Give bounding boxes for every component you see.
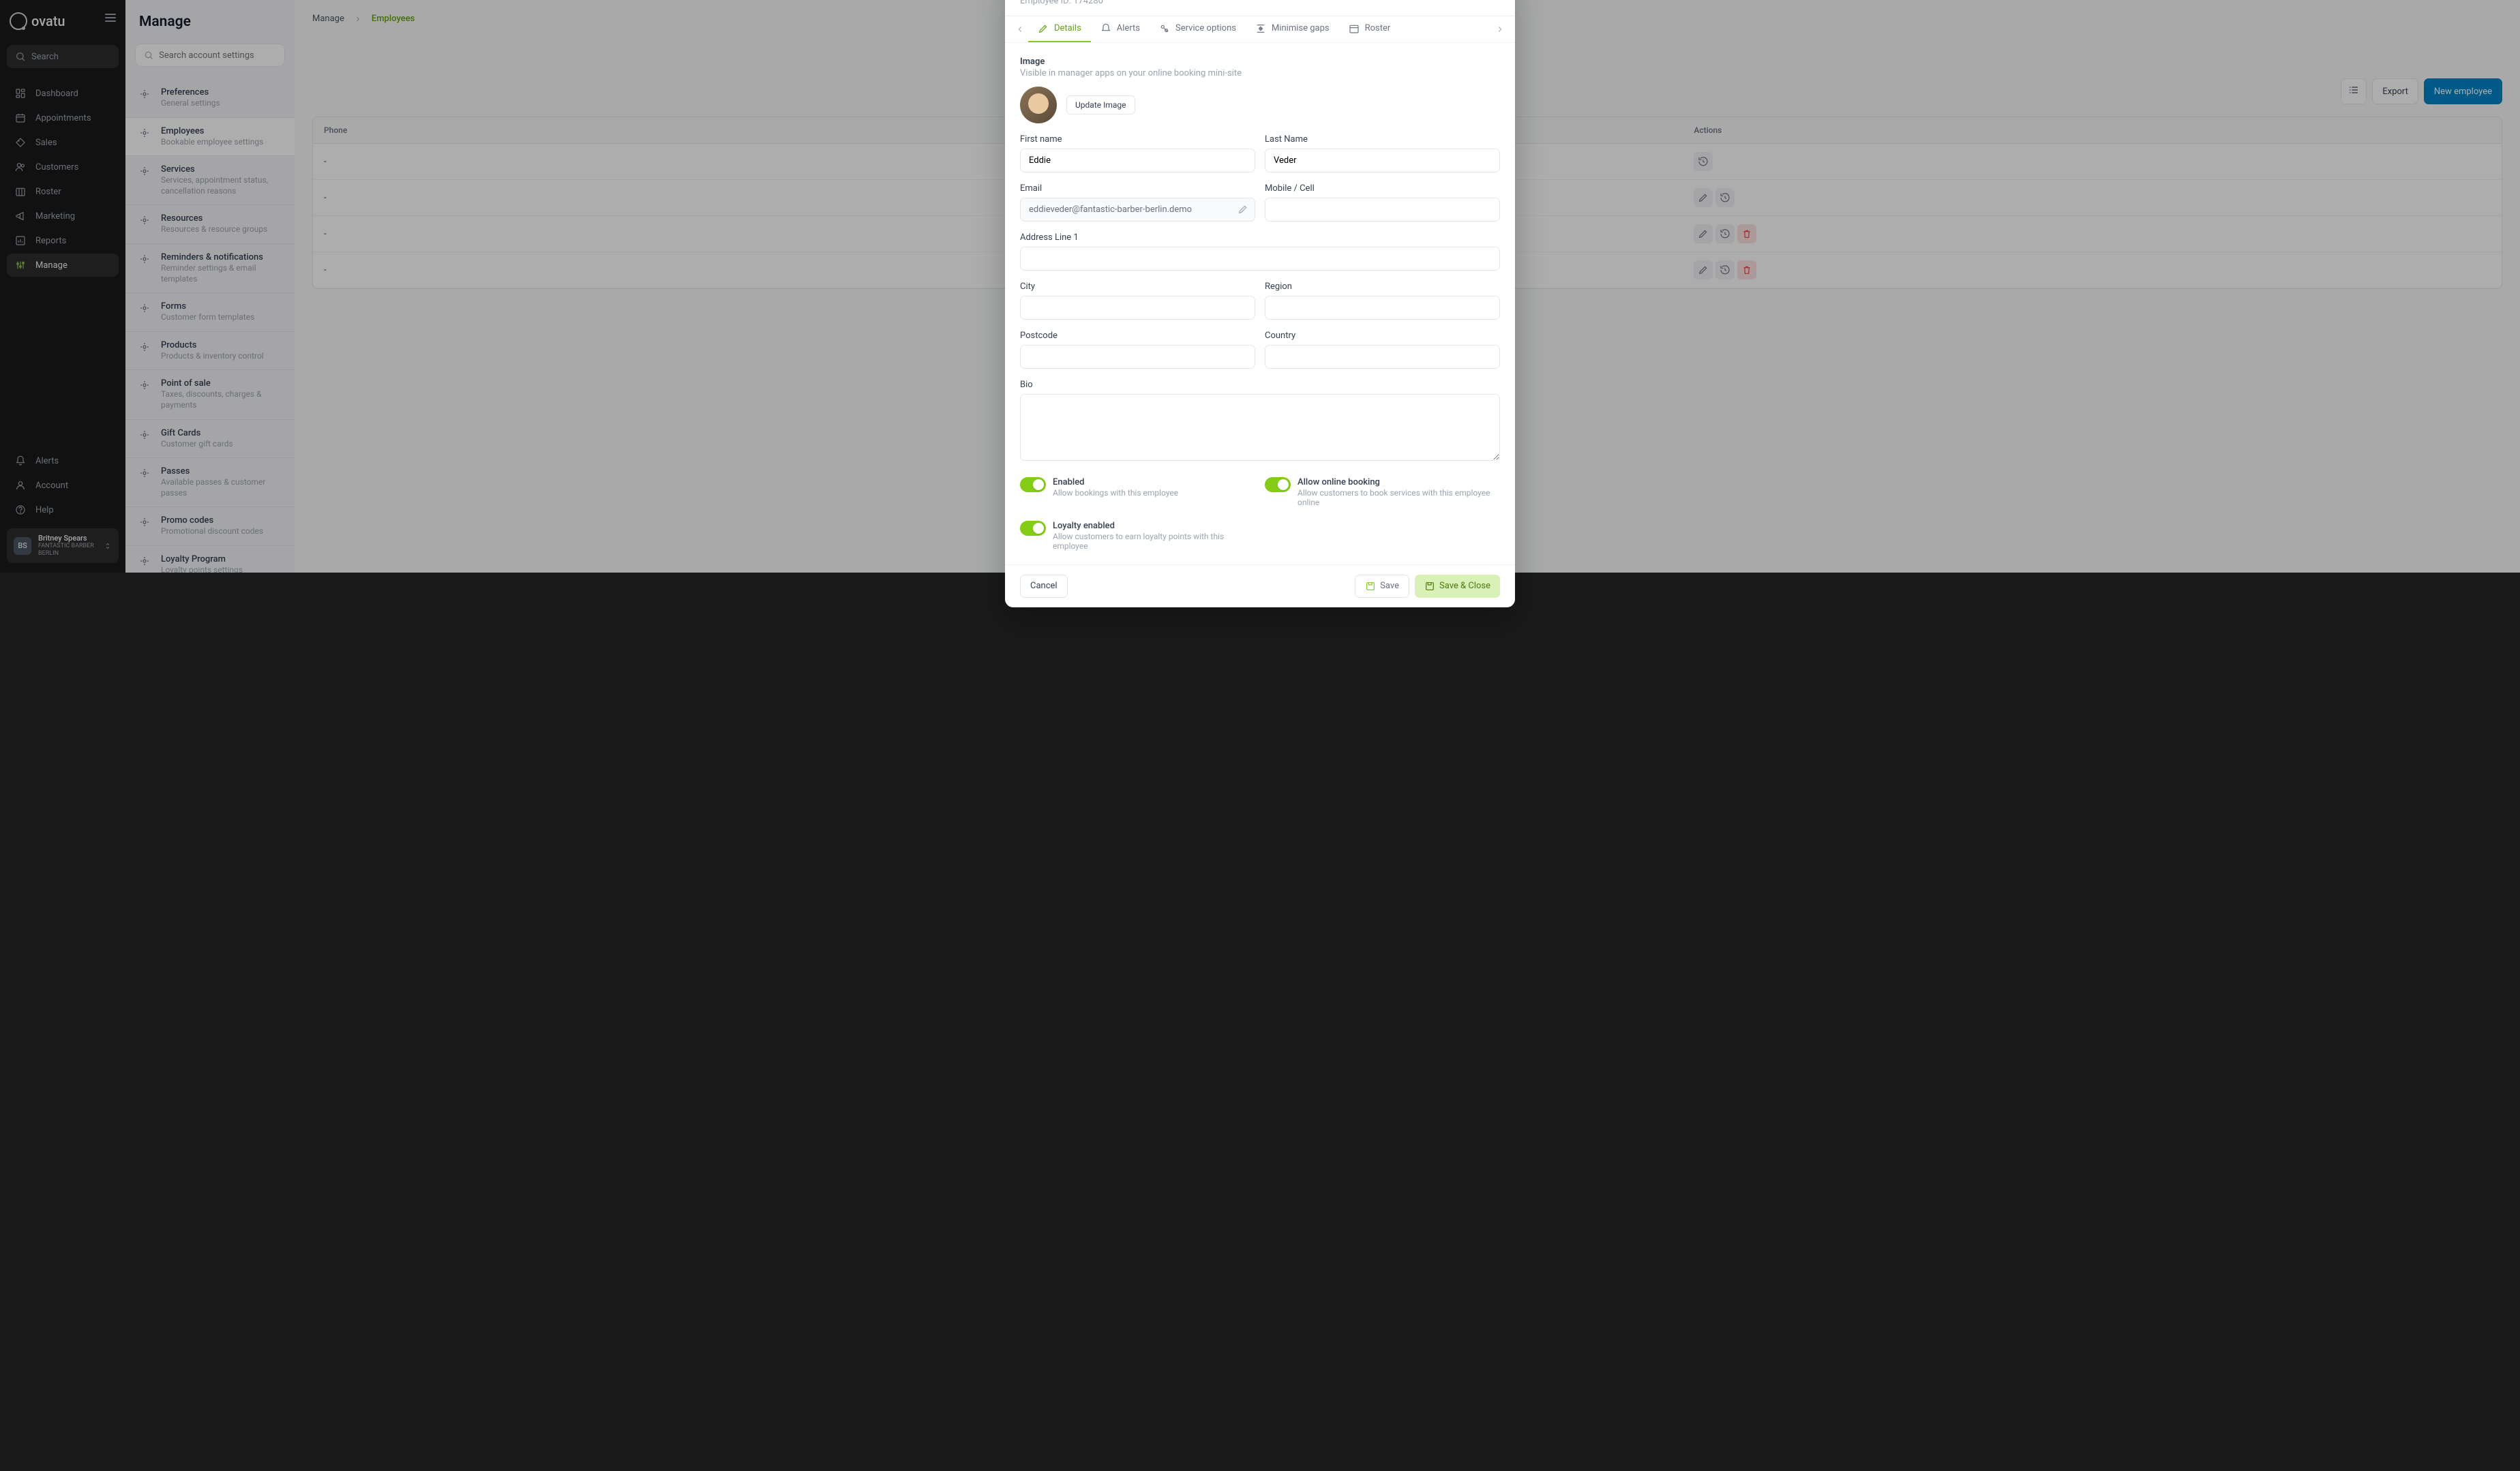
enabled-toggle[interactable] (1020, 477, 1046, 492)
tab-roster[interactable]: Roster (1339, 16, 1400, 42)
image-section-desc: Visible in manager apps on your online b… (1020, 68, 1500, 78)
country-label: Country (1265, 331, 1500, 341)
address1-label: Address Line 1 (1020, 232, 1500, 243)
modal-subtitle: Employee ID: 174280 (1020, 0, 1103, 6)
calendar-icon (1349, 23, 1360, 34)
edit-email-icon[interactable] (1238, 204, 1248, 215)
save-icon (1365, 581, 1376, 592)
loyalty-toggle-label: Loyalty enabled (1053, 521, 1255, 531)
region-label: Region (1265, 282, 1500, 292)
save-icon (1424, 581, 1435, 592)
tools-icon (1159, 23, 1170, 34)
compress-icon (1255, 23, 1266, 34)
postcode-input[interactable] (1020, 345, 1255, 369)
city-label: City (1020, 282, 1255, 292)
first-name-input[interactable] (1020, 149, 1255, 172)
tab-details[interactable]: Details (1028, 16, 1091, 42)
tab-scroll-right[interactable] (1492, 18, 1508, 41)
save-close-button[interactable]: Save & Close (1415, 575, 1500, 598)
chevron-right-icon (1495, 24, 1505, 35)
tab-service-options[interactable]: Service options (1150, 16, 1246, 42)
postcode-label: Postcode (1020, 331, 1255, 341)
city-input[interactable] (1020, 296, 1255, 320)
bio-input[interactable] (1020, 394, 1500, 461)
tab-minimise-gaps[interactable]: Minimise gaps (1246, 16, 1339, 42)
pencil-icon (1038, 23, 1049, 34)
image-section-title: Image (1020, 57, 1500, 67)
address1-input[interactable] (1020, 247, 1500, 271)
online-toggle-label: Allow online booking (1298, 477, 1500, 487)
mobile-label: Mobile / Cell (1265, 183, 1500, 194)
loyalty-toggle[interactable] (1020, 521, 1046, 536)
tab-alerts[interactable]: Alerts (1091, 16, 1150, 42)
modal-overlay: Eddie Veder Employee ID: 174280 Details … (0, 0, 2520, 573)
email-input[interactable] (1020, 198, 1255, 222)
cancel-button[interactable]: Cancel (1020, 575, 1068, 598)
tab-scroll-left[interactable] (1012, 18, 1028, 41)
bell-icon (1100, 23, 1111, 34)
region-input[interactable] (1265, 296, 1500, 320)
enabled-toggle-desc: Allow bookings with this employee (1053, 488, 1178, 498)
online-toggle-desc: Allow customers to book services with th… (1298, 488, 1500, 507)
enabled-toggle-label: Enabled (1053, 477, 1178, 487)
email-label: Email (1020, 183, 1255, 194)
employee-avatar (1020, 87, 1057, 123)
last-name-input[interactable] (1265, 149, 1500, 172)
employee-modal: Eddie Veder Employee ID: 174280 Details … (1005, 0, 1515, 607)
save-button[interactable]: Save (1355, 575, 1409, 598)
chevron-left-icon (1015, 24, 1025, 35)
loyalty-toggle-desc: Allow customers to earn loyalty points w… (1053, 532, 1255, 551)
first-name-label: First name (1020, 134, 1255, 145)
update-image-button[interactable]: Update Image (1066, 95, 1135, 115)
last-name-label: Last Name (1265, 134, 1500, 145)
mobile-input[interactable] (1265, 198, 1500, 222)
bio-label: Bio (1020, 380, 1500, 390)
country-input[interactable] (1265, 345, 1500, 369)
online-booking-toggle[interactable] (1265, 477, 1291, 492)
